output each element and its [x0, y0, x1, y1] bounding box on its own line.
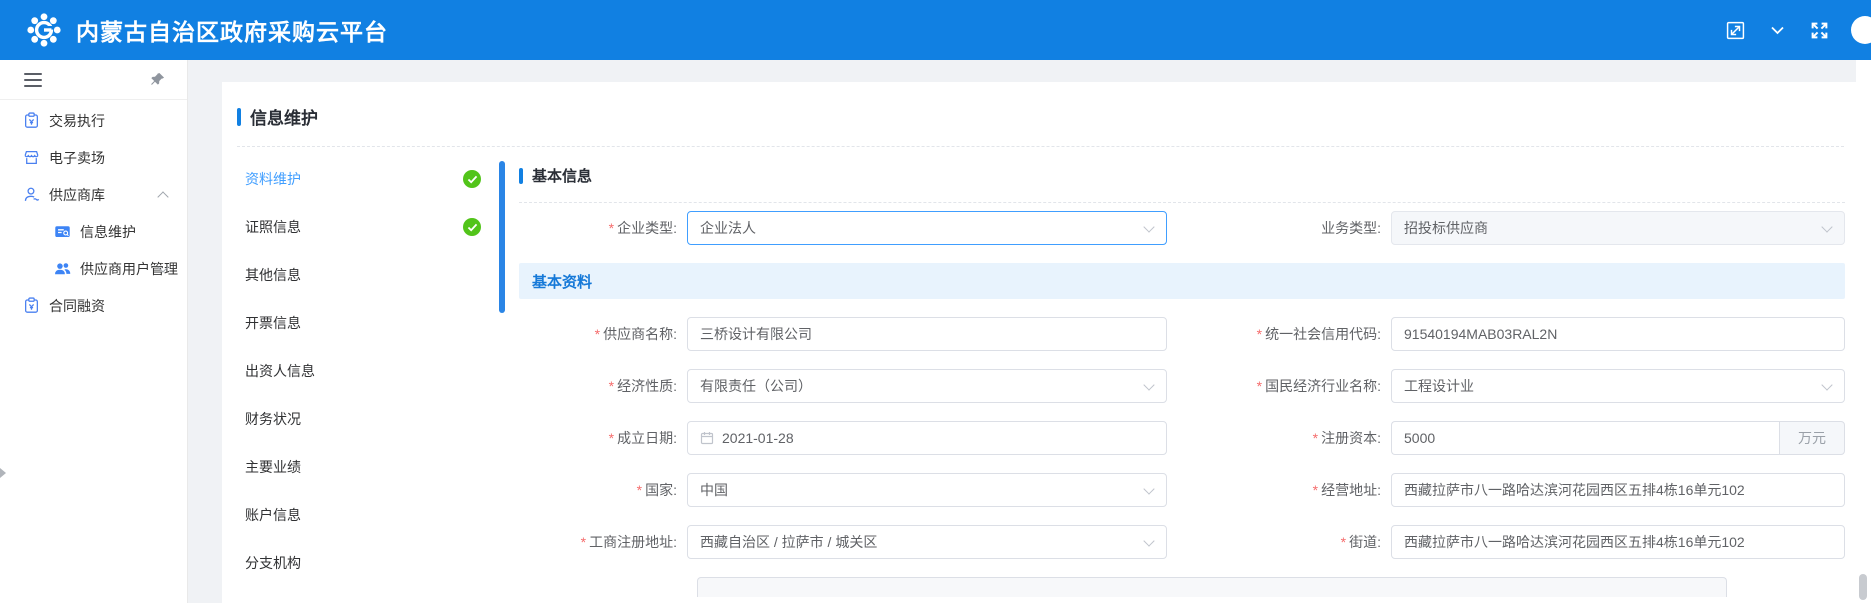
street-input[interactable]: 西藏拉萨市八一路哈达滨河花园西区五排4栋16单元102	[1391, 525, 1845, 559]
check-circle-icon	[463, 218, 481, 236]
sidebar-item-label: 电子卖场	[49, 148, 105, 168]
partial-next-field[interactable]	[697, 577, 1727, 597]
storefront-icon	[23, 149, 40, 166]
sidebar-collapse-handle[interactable]	[0, 468, 6, 478]
app-header: 内蒙古自治区政府采购云平台	[0, 0, 1871, 60]
field-establish-date: *成立日期: 2021-01-28	[519, 421, 1167, 455]
main-content: 信息维护 资料维护 证照信息	[188, 60, 1856, 603]
sidebar-item-label: 交易执行	[49, 111, 105, 131]
tab-major-achievements[interactable]: 主要业绩	[222, 443, 505, 491]
chevron-down-icon	[1143, 535, 1154, 546]
section-accent-bar	[519, 168, 523, 184]
fullscreen-icon[interactable]	[1809, 20, 1829, 40]
sidebar-item-e-marketplace[interactable]: 电子卖场	[0, 139, 187, 176]
avatar[interactable]	[1851, 16, 1871, 44]
field-label: 统一社会信用代码:	[1265, 326, 1381, 342]
supplier-name-input[interactable]: 三桥设计有限公司	[687, 317, 1167, 351]
app-title: 内蒙古自治区政府采购云平台	[76, 13, 388, 47]
calendar-icon	[700, 431, 714, 445]
credit-code-input[interactable]: 91540194MAB03RAL2N	[1391, 317, 1845, 351]
economic-nature-select[interactable]: 有限责任（公司）	[687, 369, 1167, 403]
sidebar-item-trade-execution[interactable]: 交易执行	[0, 102, 187, 139]
field-label: 工商注册地址:	[589, 534, 677, 550]
field-label: 供应商名称:	[603, 326, 677, 342]
field-registered-capital: *注册资本: 5000 万元	[1193, 421, 1845, 455]
section-tabs: 资料维护 证照信息 其他信息 开票信息 出资人信息 财务状况	[222, 147, 505, 603]
field-label: 成立日期:	[617, 430, 677, 446]
tab-profile-maintenance[interactable]: 资料维护	[222, 155, 505, 203]
field-industry-name: *国民经济行业名称: 工程设计业	[1193, 369, 1845, 403]
chevron-up-icon	[157, 191, 168, 202]
field-economic-nature: *经济性质: 有限责任（公司）	[519, 369, 1167, 403]
establish-date-input[interactable]: 2021-01-28	[687, 421, 1167, 455]
country-select[interactable]: 中国	[687, 473, 1167, 507]
title-accent-bar	[237, 108, 241, 126]
field-label: 国家:	[645, 482, 677, 498]
section-title: 基本信息	[532, 165, 592, 186]
field-credit-code: *统一社会信用代码: 91540194MAB03RAL2N	[1193, 317, 1845, 351]
field-label: 经营地址:	[1321, 482, 1381, 498]
field-supplier-name: *供应商名称: 三桥设计有限公司	[519, 317, 1167, 351]
field-label: 国民经济行业名称:	[1265, 378, 1381, 394]
chevron-down-icon	[1143, 221, 1154, 232]
sidebar-item-supplier-library[interactable]: 供应商库	[0, 176, 187, 213]
sidebar: 交易执行 电子卖场 供应商库	[0, 60, 188, 603]
field-label: 注册资本:	[1321, 430, 1381, 446]
users-icon	[54, 260, 71, 277]
check-circle-icon	[463, 170, 481, 188]
basic-info-form: 基本信息 *企业类型: 企业法人 业务类型:	[505, 147, 1856, 603]
clipboard-yen-icon	[23, 297, 40, 314]
tab-financial-status[interactable]: 财务状况	[222, 395, 505, 443]
user-wave-icon	[23, 186, 40, 203]
field-label: 街道:	[1349, 534, 1381, 550]
chevron-down-icon	[1821, 379, 1832, 390]
subsection-banner: 基本资料	[519, 263, 1845, 299]
unit-label: 万元	[1779, 421, 1845, 455]
hamburger-icon[interactable]	[23, 70, 43, 90]
registered-address-select[interactable]: 西藏自治区 / 拉萨市 / 城关区	[687, 525, 1167, 559]
chevron-down-icon	[1143, 483, 1154, 494]
sidebar-item-label: 供应商库	[49, 185, 105, 205]
registered-capital-input[interactable]: 5000	[1391, 421, 1779, 455]
chevron-down-icon[interactable]	[1767, 20, 1787, 40]
field-country: *国家: 中国	[519, 473, 1167, 507]
business-address-input[interactable]: 西藏拉萨市八一路哈达滨河花园西区五排4栋16单元102	[1391, 473, 1845, 507]
chevron-down-icon	[1821, 221, 1832, 232]
resize-window-icon[interactable]	[1725, 20, 1745, 40]
field-label: 企业类型:	[617, 220, 677, 236]
sidebar-item-supplier-user-mgmt[interactable]: 供应商用户管理	[0, 250, 187, 287]
field-label: 业务类型:	[1321, 220, 1381, 236]
field-business-address: *经营地址: 西藏拉萨市八一路哈达滨河花园西区五排4栋16单元102	[1193, 473, 1845, 507]
field-street: *街道: 西藏拉萨市八一路哈达滨河花园西区五排4栋16单元102	[1193, 525, 1845, 559]
divider	[519, 202, 1845, 203]
sidebar-item-label: 信息维护	[80, 222, 136, 242]
tab-other-info[interactable]: 其他信息	[222, 251, 505, 299]
tab-branch-offices[interactable]: 分支机构	[222, 539, 505, 587]
page-title: 信息维护	[250, 104, 318, 129]
sidebar-item-info-maintenance[interactable]: 信息维护	[0, 213, 187, 250]
field-label: 经济性质:	[617, 378, 677, 394]
scrollbar-thumb[interactable]	[1859, 574, 1867, 600]
pin-icon[interactable]	[147, 70, 167, 90]
info-card: 信息维护 资料维护 证照信息	[222, 82, 1856, 603]
field-registered-address: *工商注册地址: 西藏自治区 / 拉萨市 / 城关区	[519, 525, 1167, 559]
tab-invoice-info[interactable]: 开票信息	[222, 299, 505, 347]
sidebar-item-contract-financing[interactable]: 合同融资	[0, 287, 187, 324]
tab-account-info[interactable]: 账户信息	[222, 491, 505, 539]
tab-investor-info[interactable]: 出资人信息	[222, 347, 505, 395]
enterprise-type-select[interactable]: 企业法人	[687, 211, 1167, 245]
logo-flower-icon	[26, 12, 62, 48]
clipboard-yen-icon	[23, 112, 40, 129]
tabs-scrollbar-thumb[interactable]	[499, 161, 505, 313]
field-business-type: 业务类型: 招投标供应商	[1193, 211, 1845, 245]
page-scrollbar[interactable]	[1856, 60, 1871, 603]
chevron-down-icon	[1143, 379, 1154, 390]
document-search-icon	[54, 223, 71, 240]
business-type-select[interactable]: 招投标供应商	[1391, 211, 1845, 245]
sidebar-item-label: 合同融资	[49, 296, 105, 316]
industry-name-select[interactable]: 工程设计业	[1391, 369, 1845, 403]
field-enterprise-type: *企业类型: 企业法人	[519, 211, 1167, 245]
tab-license-info[interactable]: 证照信息	[222, 203, 505, 251]
